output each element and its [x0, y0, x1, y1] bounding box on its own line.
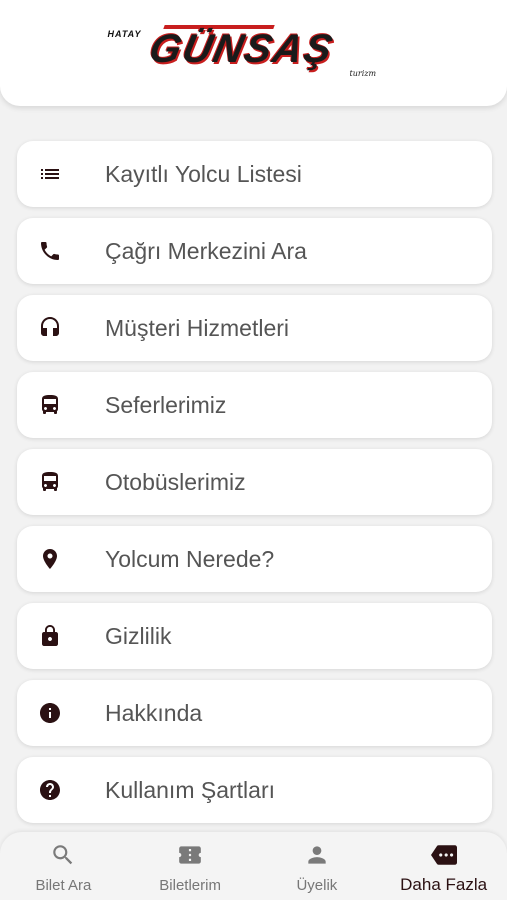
search-icon [50, 842, 76, 873]
menu-item-label: Çağrı Merkezini Ara [105, 237, 307, 264]
menu-item-label: Yolcum Nerede? [105, 545, 275, 572]
menu-item-label: Müşteri Hizmetleri [105, 314, 290, 341]
phone-icon [17, 218, 105, 284]
tab-more[interactable]: Daha Fazla [380, 832, 507, 900]
menu-item-saved-passengers[interactable]: Kayıtlı Yolcu Listesi [17, 141, 492, 207]
app-header: HATAY GÜNSAŞ turizm [0, 0, 507, 106]
menu-item-where-is-passenger[interactable]: Yolcum Nerede? [17, 526, 492, 592]
menu-item-buses[interactable]: Otobüslerimiz [17, 449, 492, 515]
menu-item-label: Seferlerimiz [105, 391, 227, 418]
bottom-tab-bar: Bilet Ara Biletlerim Üyelik Daha Fazla [0, 832, 507, 900]
info-icon [17, 680, 105, 746]
more-menu-list: Kayıtlı Yolcu Listesi Çağrı Merkezini Ar… [17, 141, 492, 834]
tab-search-ticket[interactable]: Bilet Ara [0, 832, 127, 900]
person-icon [304, 842, 330, 873]
tab-membership[interactable]: Üyelik [254, 832, 381, 900]
menu-item-customer-service[interactable]: Müşteri Hizmetleri [17, 295, 492, 361]
menu-item-terms-of-use[interactable]: Kullanım Şartları [17, 757, 492, 823]
logo-subtext: turizm [349, 69, 377, 78]
logo-main-text: GÜNSAŞ [144, 27, 338, 71]
headset-icon [17, 295, 105, 361]
logo-prefix: HATAY [107, 29, 142, 39]
bus-icon [17, 449, 105, 515]
tab-label: Üyelik [296, 877, 338, 894]
tab-label: Biletlerim [159, 877, 221, 894]
tab-my-tickets[interactable]: Biletlerim [127, 832, 254, 900]
help-icon [17, 757, 105, 823]
menu-item-label: Hakkında [105, 699, 203, 726]
menu-item-label: Gizlilik [105, 622, 172, 649]
brand-logo: HATAY GÜNSAŞ turizm [104, 25, 404, 85]
tab-label: Bilet Ara [35, 877, 92, 894]
menu-item-trips[interactable]: Seferlerimiz [17, 372, 492, 438]
ticket-icon [177, 842, 203, 873]
tab-label: Daha Fazla [400, 875, 488, 894]
menu-item-privacy[interactable]: Gizlilik [17, 603, 492, 669]
menu-item-about[interactable]: Hakkında [17, 680, 492, 746]
menu-item-label: Kullanım Şartları [105, 776, 276, 803]
menu-item-call-center[interactable]: Çağrı Merkezini Ara [17, 218, 492, 284]
more-icon [430, 842, 457, 873]
menu-item-label: Otobüslerimiz [105, 468, 246, 495]
bus-icon [17, 372, 105, 438]
list-icon [17, 141, 105, 207]
location-pin-icon [17, 526, 105, 592]
menu-item-label: Kayıtlı Yolcu Listesi [105, 160, 302, 187]
lock-icon [17, 603, 105, 669]
